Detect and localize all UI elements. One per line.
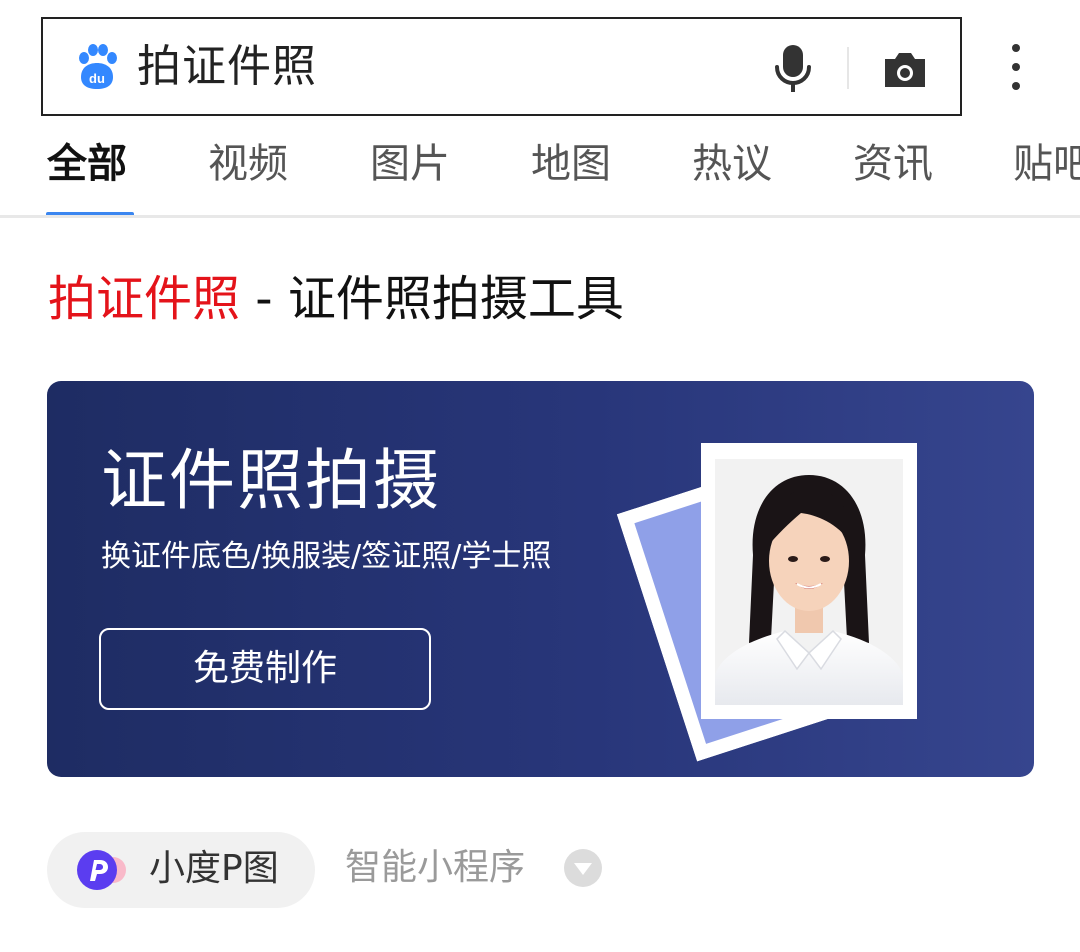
- result-title-text: - 证件照拍摄工具: [240, 271, 624, 327]
- search-bar[interactable]: du 拍证件照: [41, 17, 962, 116]
- mini-program-type-label: 智能小程序: [345, 847, 526, 888]
- camera-icon[interactable]: [881, 45, 929, 93]
- tab-video[interactable]: 视频: [208, 138, 288, 190]
- baidu-logo-icon: du: [79, 44, 117, 89]
- tab-discussion[interactable]: 热议: [692, 138, 772, 190]
- tab-images[interactable]: 图片: [370, 138, 450, 190]
- chevron-down-icon[interactable]: [563, 848, 603, 888]
- tab-map[interactable]: 地图: [531, 138, 611, 190]
- banner-title: 证件照拍摄: [101, 442, 441, 519]
- tab-bar: 全部 视频 图片 地图 热议 资讯 贴吧: [0, 118, 1080, 218]
- tab-tieba[interactable]: 贴吧: [1013, 138, 1080, 190]
- banner-subtitle: 换证件底色/换服装/签证照/学士照: [101, 539, 552, 574]
- result-title-highlight: 拍证件照: [48, 271, 241, 327]
- tab-bar-divider: [0, 215, 1080, 218]
- free-make-button[interactable]: 免费制作: [99, 628, 431, 710]
- svg-text:du: du: [89, 71, 105, 86]
- search-divider: [847, 47, 849, 89]
- mini-program-name: 小度P图: [149, 848, 279, 889]
- tab-all[interactable]: 全部: [47, 138, 127, 190]
- search-input[interactable]: 拍证件照: [137, 39, 317, 95]
- promo-banner[interactable]: 证件照拍摄 换证件底色/换服装/签证照/学士照 免费制作: [47, 381, 1034, 777]
- more-vertical-icon[interactable]: [996, 42, 1036, 94]
- tab-news[interactable]: 资讯: [853, 138, 933, 190]
- id-photo-portrait-image: [701, 443, 917, 719]
- result-title-link[interactable]: 拍证件照 - 证件照拍摄工具: [48, 266, 624, 332]
- microphone-icon[interactable]: [771, 43, 815, 95]
- mini-program-chip[interactable]: 小度P图: [47, 832, 315, 908]
- xiaodu-p-logo-icon: [77, 850, 126, 890]
